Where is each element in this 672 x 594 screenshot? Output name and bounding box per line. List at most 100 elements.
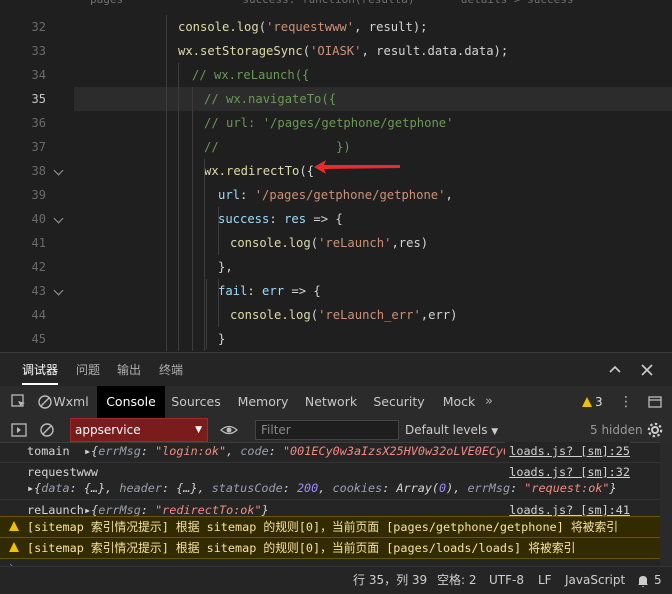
- hidden-count: 5 hidden: [590, 423, 643, 437]
- log-object[interactable]: ▸{errMsg: "login:ok", code: "001ECy0w3aI…: [84, 442, 532, 460]
- show-sidebar-icon[interactable]: [10, 421, 28, 439]
- tab-terminal[interactable]: 终端: [159, 353, 183, 387]
- code-token: // url: '/pages/getphone/getphone': [204, 116, 454, 130]
- line-gutter: 32 33 34 35 36 37 38 39 40 41 42 43 44 45: [0, 0, 60, 352]
- code-token: 'reLaunch_err': [318, 308, 421, 322]
- default-levels-dropdown[interactable]: Default levels ▼: [405, 418, 498, 442]
- warning-icon: [582, 397, 592, 407]
- line-number: 38: [31, 164, 46, 178]
- line-number: 40: [31, 212, 46, 226]
- code-token: (: [258, 20, 267, 34]
- code-token: console.log: [230, 236, 311, 250]
- indent-guide: [218, 207, 219, 255]
- code-line[interactable]: // }): [74, 135, 672, 159]
- console-warning-row: [sitemap 索引情况提示] 根据 sitemap 的规则[0]，当前页面 …: [0, 537, 660, 559]
- eye-icon[interactable]: [220, 421, 238, 439]
- clear-console-icon[interactable]: [38, 421, 56, 439]
- code-token: ,err): [420, 308, 458, 322]
- close-panel-icon[interactable]: [638, 361, 656, 379]
- code-token: // wx.reLaunch({: [192, 68, 310, 82]
- line-number: 41: [31, 236, 46, 250]
- code-token: success: [218, 212, 270, 226]
- bell-icon[interactable]: [637, 567, 649, 594]
- warning-count[interactable]: 3: [595, 386, 603, 418]
- fold-chevron-icon[interactable]: [54, 168, 64, 178]
- context-selector[interactable]: appservice ▼: [70, 418, 208, 442]
- code-line[interactable]: wx.setStorageSync('OIASK', result.data.d…: [74, 39, 672, 63]
- code-line[interactable]: // wx.reLaunch({: [74, 63, 672, 87]
- code-line[interactable]: // wx.navigateTo({: [74, 87, 672, 111]
- indent-guide: [206, 279, 207, 349]
- code-token: ,: [445, 188, 453, 202]
- code-token: => {: [284, 284, 321, 298]
- inspect-element-icon[interactable]: [10, 393, 28, 411]
- end-of-line[interactable]: LF: [538, 567, 552, 594]
- more-tabs-icon[interactable]: »: [482, 386, 496, 418]
- undock-icon[interactable]: [646, 393, 664, 411]
- filter-input[interactable]: Filter: [255, 420, 399, 440]
- context-selector-value: appservice: [75, 423, 141, 437]
- console-log-row: requestwww ▸{data: {…}, header: {…}, sta…: [0, 463, 660, 500]
- indentation[interactable]: 空格: 2: [437, 567, 477, 594]
- levels-chevron-icon: ▼: [491, 427, 499, 437]
- log-source-link[interactable]: loads.js? [sm]:32: [509, 464, 630, 481]
- devtools-tab-console[interactable]: Console: [97, 386, 165, 418]
- code-token: 'OIASK': [310, 44, 362, 58]
- code-token: }: [218, 332, 226, 346]
- devtools-tab-network[interactable]: Network: [301, 386, 361, 418]
- code-line[interactable]: console.log('reLaunch',res): [74, 231, 672, 255]
- fold-chevron-icon[interactable]: [54, 216, 64, 226]
- bottom-panel: 调试器 问题 输出 终端 Wxml Console Sources Memory…: [0, 352, 672, 593]
- code-token: '/pages/getphone/getphone': [254, 188, 446, 202]
- devtools-tab-memory[interactable]: Memory: [233, 386, 293, 418]
- language-mode[interactable]: JavaScript: [565, 567, 625, 594]
- code-line[interactable]: fail: err => {: [74, 279, 672, 303]
- line-number: 39: [31, 188, 46, 202]
- panel-tabs: 调试器 问题 输出 终端: [0, 352, 672, 387]
- status-bar: 行 35，列 39 空格: 2 UTF-8 LF JavaScript 5: [0, 566, 672, 594]
- code-line[interactable]: console.log('reLaunch_err',err): [74, 303, 672, 327]
- code-token: },: [218, 260, 233, 274]
- code-token: ,res): [391, 236, 429, 250]
- fold-chevron-icon[interactable]: [54, 288, 64, 298]
- code-editor[interactable]: pages success: function(resulta) details…: [0, 0, 672, 352]
- code-line[interactable]: }: [74, 327, 672, 351]
- code-token: wx.setStorageSync: [178, 44, 303, 58]
- code-token: (: [310, 236, 319, 250]
- devtools-tab-wxml[interactable]: Wxml: [47, 386, 95, 418]
- tab-output[interactable]: 输出: [117, 353, 141, 387]
- indent-guide: [166, 15, 167, 351]
- code-line[interactable]: console.log('requestwww', result);: [74, 15, 672, 39]
- code-token: (: [302, 44, 311, 58]
- maximize-panel-icon[interactable]: [606, 361, 624, 379]
- code-line[interactable]: // url: '/pages/getphone/getphone': [74, 111, 672, 135]
- warning-message: [sitemap 索引情况提示] 根据 sitemap 的规则[0]，当前页面 …: [27, 541, 576, 555]
- tab-debugger[interactable]: 调试器: [22, 353, 59, 387]
- console-filter-bar: appservice ▼ Filter Default levels ▼ 5 h…: [0, 418, 672, 443]
- code-line[interactable]: },: [74, 255, 672, 279]
- line-number: 34: [31, 68, 46, 82]
- warning-icon: [9, 521, 19, 531]
- code-area[interactable]: console.log('requestwww', result); wx.set…: [74, 0, 672, 352]
- code-token: // wx.navigateTo({: [204, 92, 337, 106]
- devtools-toolbar: Wxml Console Sources Memory Network Secu…: [0, 386, 672, 419]
- tab-problems[interactable]: 问题: [76, 353, 100, 387]
- cursor-position[interactable]: 行 35，列 39: [353, 567, 427, 594]
- console-settings-icon[interactable]: [646, 421, 664, 439]
- line-number: 35: [31, 92, 46, 106]
- encoding[interactable]: UTF-8: [489, 567, 524, 594]
- indent-guide: [218, 279, 219, 327]
- devtools-tab-security[interactable]: Security: [369, 386, 429, 418]
- log-object[interactable]: ▸{data: {…}, header: {…}, statusCode: 20…: [27, 480, 617, 497]
- code-token: wx.redirectTo: [204, 164, 300, 178]
- settings-gear-icon[interactable]: ⋮: [617, 393, 635, 411]
- code-line[interactable]: url: '/pages/getphone/getphone',: [74, 183, 672, 207]
- line-number: 42: [31, 260, 46, 274]
- code-token: :: [240, 188, 255, 202]
- code-token: url: [218, 188, 241, 202]
- devtools-tab-sources[interactable]: Sources: [167, 386, 225, 418]
- code-token: err: [262, 284, 285, 298]
- devtools-tab-mock[interactable]: Mock: [437, 386, 481, 418]
- code-line[interactable]: success: res => {: [74, 207, 672, 231]
- log-source-link[interactable]: loads.js? [sm]:25: [505, 442, 630, 460]
